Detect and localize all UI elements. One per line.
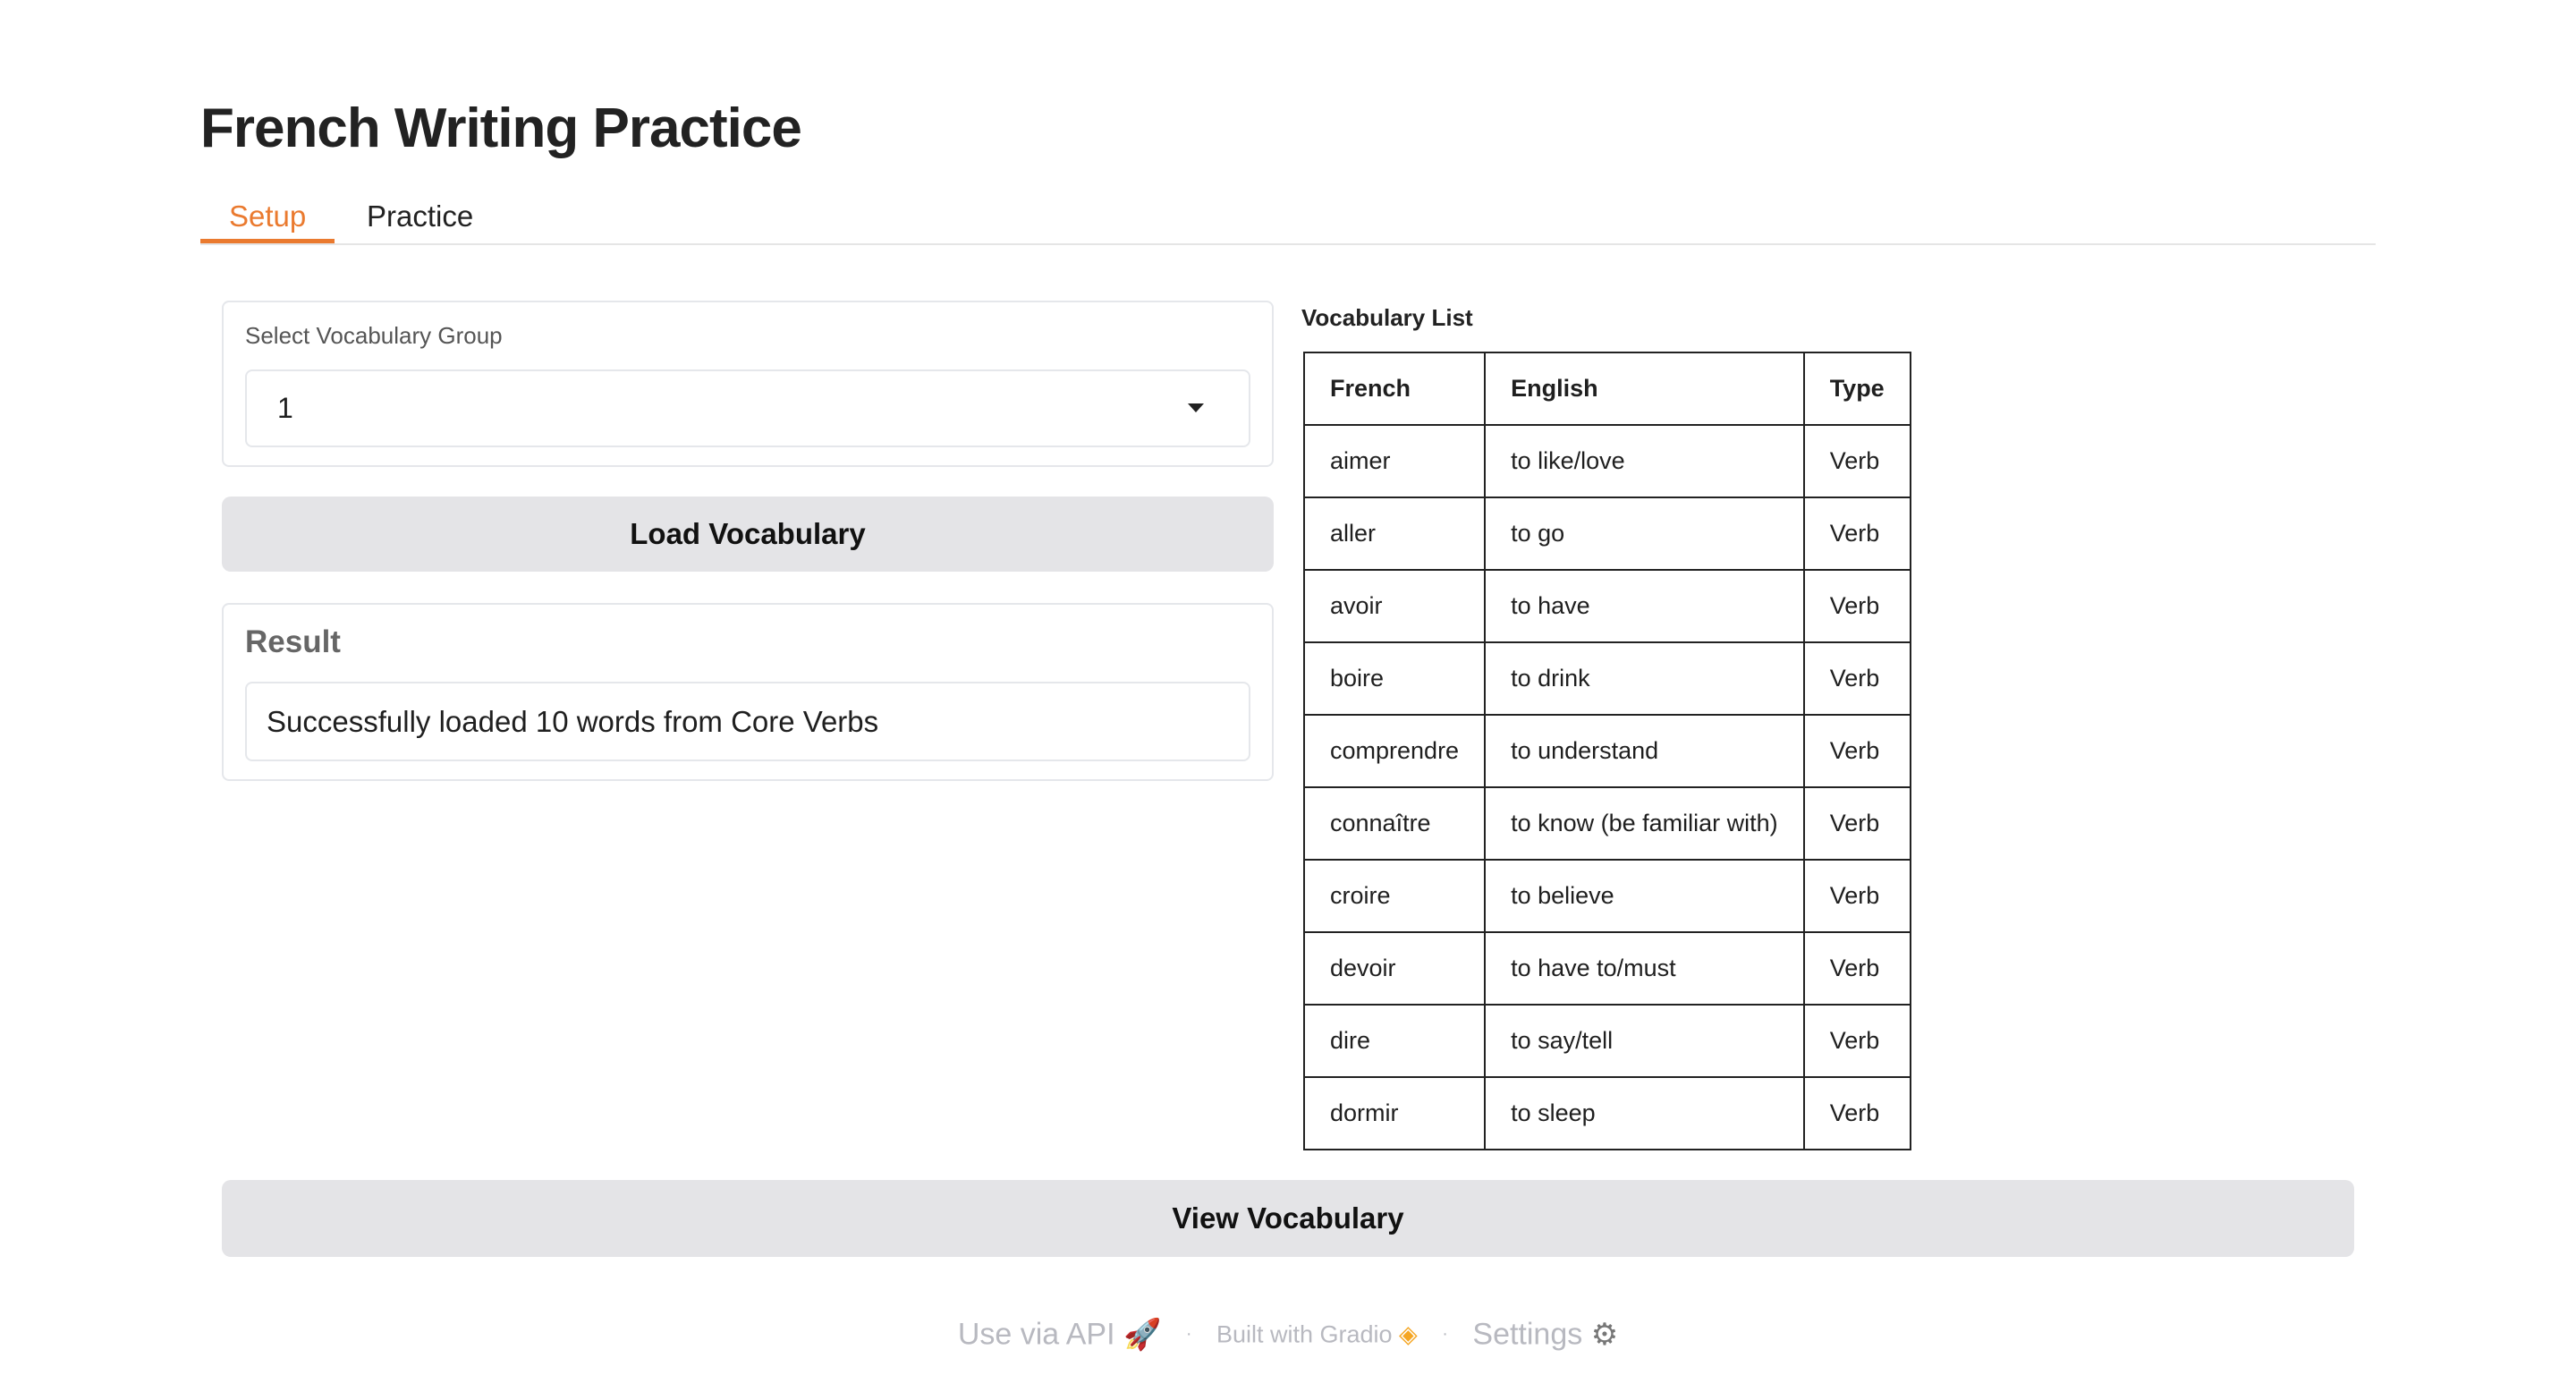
vocabulary-list-label: Vocabulary List bbox=[1301, 304, 1473, 331]
table-row: connaître to know (be familiar with) Verb bbox=[1302, 786, 1911, 861]
table-header-row: French English Type bbox=[1302, 352, 1911, 426]
table-row: devoir to have to/must Verb bbox=[1302, 931, 1911, 1006]
header-type: Type bbox=[1802, 352, 1911, 426]
cell-type: Verb bbox=[1802, 714, 1911, 788]
cell-type: Verb bbox=[1802, 424, 1911, 498]
cell-french: avoir bbox=[1302, 569, 1487, 643]
cell-type: Verb bbox=[1802, 1004, 1911, 1078]
dropdown-value: 1 bbox=[277, 392, 293, 424]
separator: · bbox=[1442, 1323, 1448, 1344]
load-vocabulary-button[interactable]: Load Vocabulary bbox=[222, 497, 1274, 572]
view-vocabulary-button[interactable]: View Vocabulary bbox=[222, 1180, 2354, 1257]
result-label: Result bbox=[245, 624, 341, 659]
cell-english: to believe bbox=[1484, 859, 1805, 933]
header-english: English bbox=[1484, 352, 1805, 426]
gradio-logo-icon: ◈ bbox=[1399, 1320, 1418, 1348]
cell-type: Verb bbox=[1802, 569, 1911, 643]
cell-french: croire bbox=[1302, 859, 1487, 933]
settings-label: Settings bbox=[1472, 1317, 1583, 1352]
cell-english: to sleep bbox=[1484, 1076, 1805, 1150]
cell-english: to have to/must bbox=[1484, 931, 1805, 1006]
cell-french: devoir bbox=[1302, 931, 1487, 1006]
footer: Use via API 🚀 · Built with Gradio ◈ · Se… bbox=[0, 1315, 2576, 1353]
tab-divider bbox=[200, 243, 2376, 245]
cell-french: boire bbox=[1302, 641, 1487, 716]
cell-type: Verb bbox=[1802, 1076, 1911, 1150]
table-row: aller to go Verb bbox=[1302, 497, 1911, 571]
page-title: French Writing Practice bbox=[200, 98, 802, 159]
rocket-icon: 🚀 bbox=[1123, 1317, 1162, 1352]
cell-french: dire bbox=[1302, 1004, 1487, 1078]
use-via-api-link[interactable]: Use via API 🚀 bbox=[957, 1316, 1162, 1352]
cell-english: to have bbox=[1484, 569, 1805, 643]
gradio-label: Built with Gradio bbox=[1216, 1320, 1393, 1348]
cell-french: connaître bbox=[1302, 786, 1487, 861]
cell-type: Verb bbox=[1802, 786, 1911, 861]
settings-link[interactable]: Settings ⚙ bbox=[1472, 1316, 1619, 1352]
cell-french: aimer bbox=[1302, 424, 1487, 498]
cell-french: aller bbox=[1302, 497, 1487, 571]
built-with-gradio-link[interactable]: Built with Gradio ◈ bbox=[1216, 1320, 1418, 1348]
cell-type: Verb bbox=[1802, 497, 1911, 571]
gear-icon: ⚙ bbox=[1590, 1317, 1619, 1352]
table-row: aimer to like/love Verb bbox=[1302, 424, 1911, 498]
cell-type: Verb bbox=[1802, 859, 1911, 933]
table-row: boire to drink Verb bbox=[1302, 641, 1911, 716]
table-row: dire to say/tell Verb bbox=[1302, 1004, 1911, 1078]
cell-english: to go bbox=[1484, 497, 1805, 571]
cell-english: to know (be familiar with) bbox=[1484, 786, 1805, 861]
cell-english: to like/love bbox=[1484, 424, 1805, 498]
cell-french: dormir bbox=[1302, 1076, 1487, 1150]
header-french: French bbox=[1302, 352, 1487, 426]
table-row: avoir to have Verb bbox=[1302, 569, 1911, 643]
vocab-group-dropdown[interactable]: 1 bbox=[245, 369, 1250, 447]
table-row: comprendre to understand Verb bbox=[1302, 714, 1911, 788]
api-label: Use via API bbox=[957, 1317, 1115, 1352]
result-textbox[interactable]: Successfully loaded 10 words from Core V… bbox=[245, 682, 1250, 761]
caret-down-icon bbox=[1188, 403, 1204, 412]
cell-english: to understand bbox=[1484, 714, 1805, 788]
cell-french: comprendre bbox=[1302, 714, 1487, 788]
separator: · bbox=[1185, 1323, 1192, 1344]
tab-setup[interactable]: Setup bbox=[200, 197, 335, 243]
cell-type: Verb bbox=[1802, 641, 1911, 716]
cell-english: to say/tell bbox=[1484, 1004, 1805, 1078]
table-row: dormir to sleep Verb bbox=[1302, 1076, 1911, 1150]
table-row: croire to believe Verb bbox=[1302, 859, 1911, 933]
cell-type: Verb bbox=[1802, 931, 1911, 1006]
cell-english: to drink bbox=[1484, 641, 1805, 716]
tab-practice[interactable]: Practice bbox=[338, 197, 502, 243]
vocabulary-table: French English Type aimer to like/love Ver… bbox=[1302, 352, 1911, 1150]
vocab-group-label: Select Vocabulary Group bbox=[245, 322, 503, 349]
